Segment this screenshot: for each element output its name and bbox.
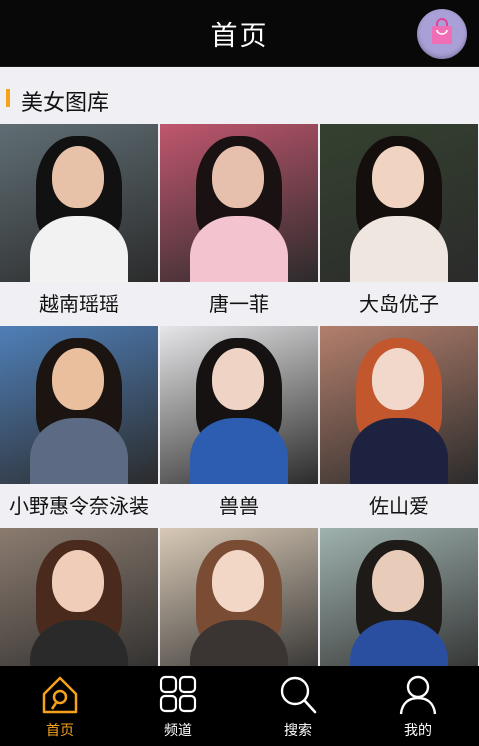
tab-search-label: 搜索 [284,723,312,739]
gallery-caption: 大岛优子 [359,292,439,316]
section-title: 美女图库 [21,91,110,116]
search-icon [278,674,318,716]
thumbnail-figure-body [350,216,448,282]
gallery-thumbnail [0,326,158,484]
thumbnail-figure-body [190,216,288,282]
tab-channels[interactable]: 频道 [118,666,238,746]
user-icon [398,674,438,716]
gallery-thumbnail [320,326,478,484]
section-accent-bar [6,89,10,107]
gallery-caption: 兽兽 [219,494,259,518]
thumbnail-figure-head [372,348,424,410]
tab-profile-label: 我的 [404,723,432,739]
tab-home-label: 首页 [46,723,74,739]
gallery-thumbnail [0,124,158,282]
tab-channels-label: 频道 [164,723,192,739]
main-content: 美女图库 越南瑶瑶 唐一菲 大岛优子小野惠令奈泳装 兽兽 佐山爱 [0,67,479,666]
gallery-thumbnail [320,528,478,666]
tab-profile[interactable]: 我的 [358,666,478,746]
thumbnail-figure-body [190,418,288,484]
thumbnail-figure-body [350,418,448,484]
gallery-thumbnail [160,528,318,666]
gallery-thumbnail [160,124,318,282]
thumbnail-figure-head [212,550,264,612]
home-icon [40,674,80,716]
thumbnail-figure-body [30,418,128,484]
page-title: 首页 [210,21,269,52]
gallery-caption: 唐一菲 [209,292,269,316]
gallery-thumbnail [0,528,158,666]
tab-home[interactable]: 首页 [0,666,120,746]
gallery-caption: 越南瑶瑶 [39,292,119,316]
tab-search[interactable]: 搜索 [238,666,358,746]
section-header: 美女图库 [0,67,479,124]
thumbnail-figure-head [212,146,264,208]
thumbnail-figure-head [52,550,104,612]
thumbnail-figure-head [52,348,104,410]
top-bar: 首页 [0,0,479,67]
thumbnail-figure-head [372,550,424,612]
gallery-caption: 小野惠令奈泳装 [9,494,149,518]
cart-button[interactable] [417,9,467,59]
bottom-tab-bar: 首页 频道 搜索 我的 [0,666,479,746]
thumbnail-figure-head [212,348,264,410]
thumbnail-figure-body [30,216,128,282]
grid-icon [158,674,198,716]
gallery-thumbnail [320,124,478,282]
thumbnail-figure-head [372,146,424,208]
gallery-thumbnail [160,326,318,484]
shopping-bag-icon [429,18,455,50]
gallery-caption: 佐山爱 [369,494,429,518]
thumbnail-figure-head [52,146,104,208]
